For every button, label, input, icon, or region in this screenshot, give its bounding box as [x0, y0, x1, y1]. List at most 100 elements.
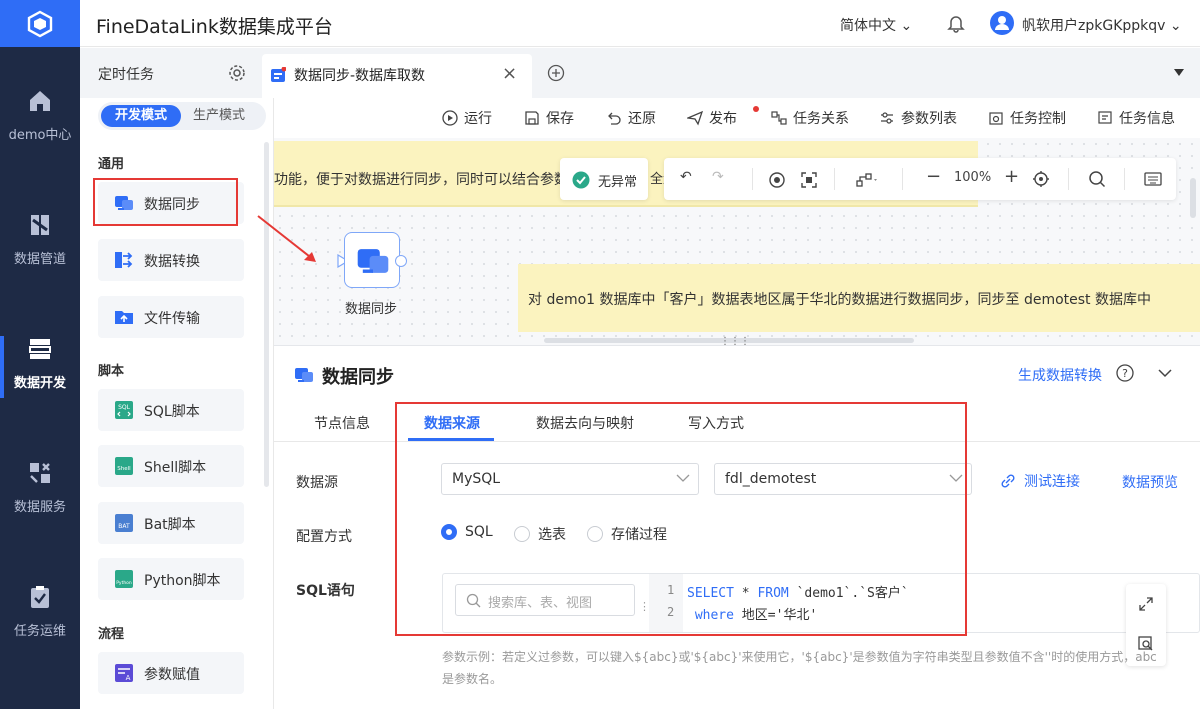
nav-item-dev[interactable]: 数据开发	[0, 336, 80, 426]
divider	[834, 168, 835, 190]
caret-down-icon[interactable]	[1174, 69, 1184, 77]
avatar[interactable]	[990, 11, 1014, 35]
canvas-note-description[interactable]: 对 demo1 数据库中「客户」数据表地区属于华北的数据进行数据同步，同步至 d…	[518, 264, 1200, 332]
shell-icon: Shell	[115, 457, 133, 475]
svg-text:Shell: Shell	[117, 466, 131, 472]
fit-view-icon[interactable]	[800, 171, 818, 189]
sliders-icon	[881, 112, 893, 124]
python-icon: Python	[115, 570, 133, 588]
eye-icon[interactable]	[768, 171, 786, 189]
expand-icon[interactable]	[1138, 596, 1154, 612]
palette-item-param-assign[interactable]: A 参数赋值	[98, 652, 244, 694]
palette-item-sql-script[interactable]: SQL SQL脚本	[98, 389, 244, 431]
publish-button[interactable]: 发布	[687, 106, 759, 128]
nav-item-pipeline[interactable]: 数据管道	[0, 212, 80, 302]
flow-canvas[interactable]: 功能，便于对数据进行同步，同时可以结合参数， 无异常 全量 ↶ ↷ − 100%…	[274, 138, 1200, 345]
node-output-port[interactable]	[395, 255, 407, 267]
palette-item-shell-script[interactable]: Shell Shell脚本	[98, 445, 244, 487]
language-select[interactable]: 简体中文 ⌄	[840, 15, 912, 35]
test-connection-button[interactable]: 测试连接	[1000, 471, 1080, 491]
test-connection-label: 测试连接	[1024, 474, 1080, 490]
palette-item-label: SQL脚本	[144, 404, 200, 420]
undo-icon[interactable]: ↶	[680, 169, 692, 185]
chevron-down-icon: ⌄	[1169, 18, 1182, 34]
palette-item-label: Python脚本	[144, 573, 221, 589]
save-button[interactable]: 保存	[524, 108, 574, 128]
relation-icon	[771, 111, 787, 125]
note-text: 功能，便于对数据进行同步，同时可以结合参数，	[274, 172, 582, 188]
gear-icon[interactable]	[228, 64, 246, 82]
user-icon	[995, 16, 1009, 30]
zoom-out-icon[interactable]: −	[926, 166, 941, 187]
task-control-button[interactable]: 任务控制	[988, 108, 1066, 128]
service-icon	[30, 463, 50, 483]
palette-item-bat-script[interactable]: BAT Bat脚本	[98, 502, 244, 544]
restore-label: 还原	[628, 111, 656, 127]
restore-button[interactable]: 还原	[606, 108, 656, 128]
params-label: 参数列表	[901, 111, 957, 127]
canvas-toolbar: ↶ ↷ − 100% +	[664, 158, 1176, 200]
mode-switch: 开发模式 生产模式	[98, 102, 266, 130]
publish-label: 发布	[709, 111, 737, 127]
layout-icon[interactable]	[856, 171, 880, 189]
svg-text:BAT: BAT	[118, 523, 130, 530]
nav-item-ops[interactable]: 任务运维	[0, 584, 80, 674]
tab-bar: 定时任务 数据同步-数据库取数 ×	[80, 48, 1200, 98]
task-info-button[interactable]: 任务信息	[1097, 108, 1175, 128]
add-tab-icon[interactable]	[547, 64, 565, 82]
help-icon[interactable]: ?	[1116, 364, 1134, 382]
annotation-arrow-icon	[257, 215, 316, 262]
top-header: FineDataLink数据集成平台 简体中文 ⌄ 帆软用户zpkGKppkqv…	[80, 0, 1200, 47]
chevron-down-icon[interactable]	[1158, 368, 1172, 378]
tab-node-info[interactable]: 节点信息	[314, 413, 370, 433]
task-relation-button[interactable]: 任务关系	[771, 108, 849, 128]
config-label: 配置方式	[296, 529, 352, 545]
play-icon	[442, 110, 458, 126]
resize-handle[interactable]: ⋮⋮⋮	[720, 336, 750, 345]
run-button[interactable]: 运行	[442, 108, 492, 128]
search-icon[interactable]	[1088, 170, 1106, 188]
send-icon	[687, 110, 703, 126]
palette-item-data-transform[interactable]: 数据转换	[98, 239, 244, 281]
user-menu[interactable]: 帆软用户zpkGKppkqv ⌄	[1022, 15, 1182, 35]
home-icon	[30, 91, 50, 111]
task-toolbar: 运行 保存 还原 发布 任务关系 参数列表 任务控制 任务信息	[274, 98, 1200, 138]
app-logo[interactable]	[0, 0, 80, 47]
palette-item-label: Bat脚本	[144, 517, 196, 533]
tab-current[interactable]: 数据同步-数据库取数 ×	[262, 54, 532, 98]
note-text: 对 demo1 数据库中「客户」数据表地区属于华北的数据进行数据同步，同步至 d…	[528, 292, 1151, 308]
flow-node-data-sync[interactable]	[344, 232, 400, 288]
nav-label: 数据开发	[13, 376, 66, 391]
nav-item-demo[interactable]: demo中心	[0, 88, 80, 178]
zoom-in-icon[interactable]: +	[1004, 166, 1019, 187]
nav-item-service[interactable]: 数据服务	[0, 460, 80, 550]
param-list-button[interactable]: 参数列表	[879, 108, 957, 128]
keyboard-icon[interactable]	[1144, 171, 1162, 187]
locate-icon[interactable]	[1032, 170, 1050, 188]
canvas-vscrollbar[interactable]	[1190, 178, 1196, 218]
language-label: 简体中文	[840, 18, 896, 34]
panel-title: 数据同步	[322, 367, 394, 388]
mode-prod-button[interactable]: 生产模式	[193, 105, 245, 127]
logo-icon	[27, 10, 53, 37]
svg-text:Python: Python	[116, 580, 132, 586]
palette-item-python-script[interactable]: Python Python脚本	[98, 558, 244, 600]
data-transform-icon	[115, 252, 133, 268]
palette-item-label: 参数赋值	[144, 667, 200, 683]
tab-scheduled[interactable]: 定时任务	[80, 48, 258, 98]
data-preview-link[interactable]: 数据预览	[1122, 472, 1178, 492]
generate-transform-link[interactable]: 生成数据转换	[1018, 365, 1102, 385]
sql-icon: SQL	[115, 401, 133, 419]
divider	[1068, 168, 1069, 190]
param-hint: 参数示例：若定义过参数，可以键入${abc}或'${abc}'来使用它，'${a…	[442, 650, 1157, 686]
bell-icon[interactable]	[946, 13, 966, 33]
mode-dev-button[interactable]: 开发模式	[101, 105, 181, 127]
palette-scrollbar[interactable]	[264, 142, 269, 487]
tab-label: 数据同步-数据库取数	[294, 68, 426, 84]
redo-icon[interactable]: ↷	[712, 169, 724, 185]
section-flow: 流程	[98, 627, 125, 642]
palette-item-file-transfer[interactable]: 文件传输	[98, 296, 244, 338]
close-icon[interactable]: ×	[502, 63, 517, 84]
data-sync-icon	[357, 249, 389, 273]
nav-label: 数据服务	[13, 500, 66, 515]
